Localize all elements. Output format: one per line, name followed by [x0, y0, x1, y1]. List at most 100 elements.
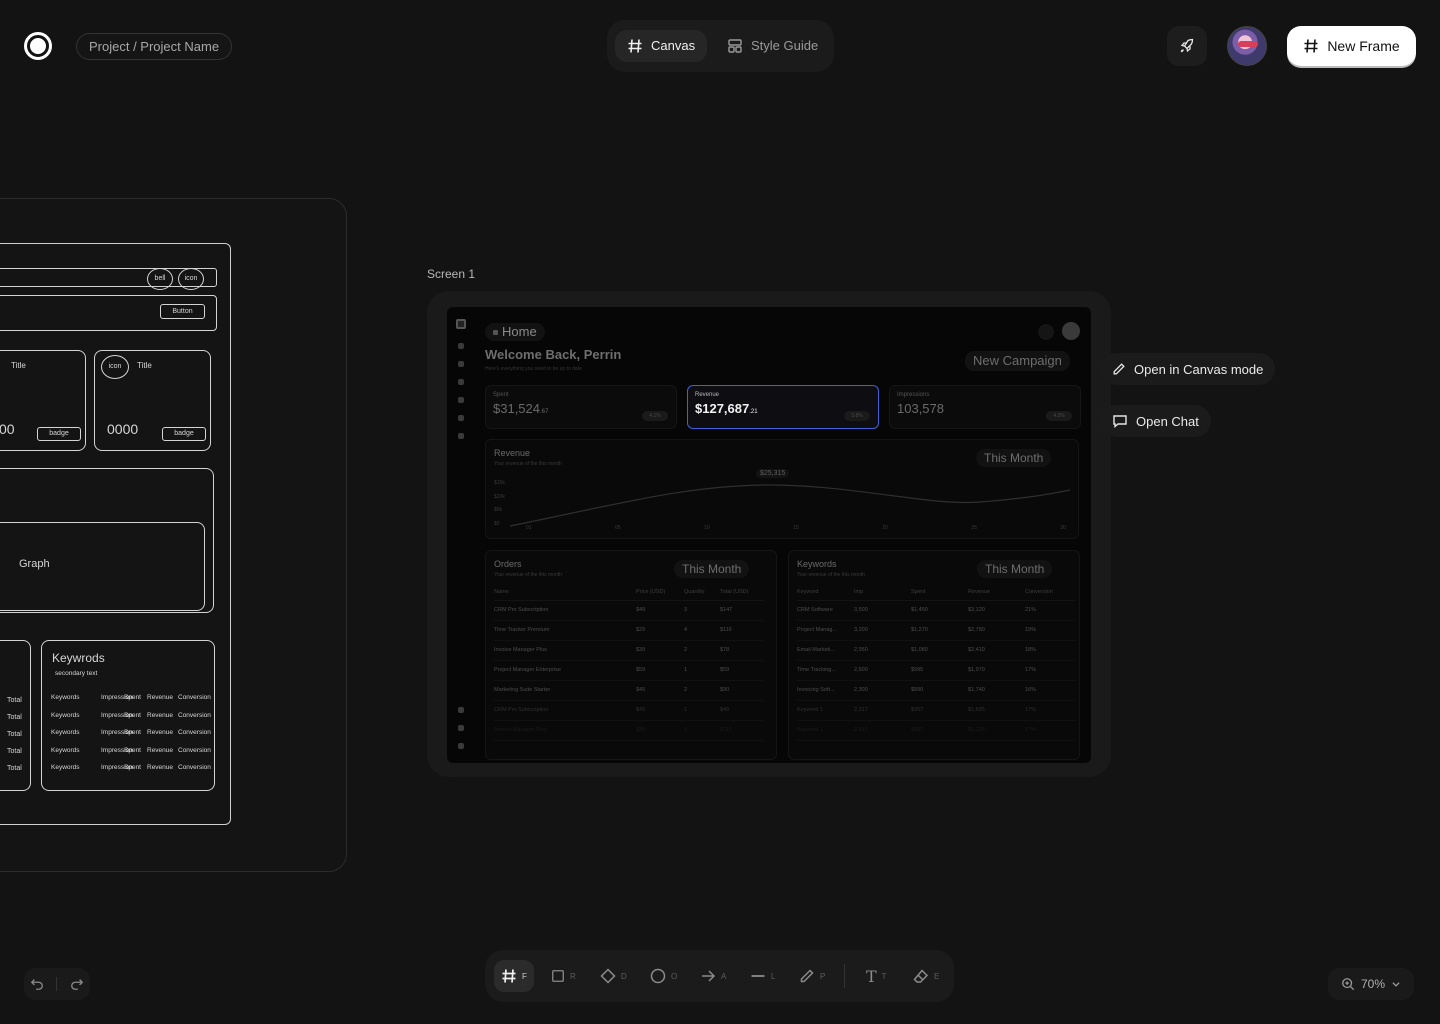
tool-eraser[interactable]: E — [906, 960, 946, 992]
tab-style-guide[interactable]: Style Guide — [715, 30, 830, 62]
table-row: Project Manag... 3,200 $1,270 $2,780 19% — [797, 620, 1075, 641]
screen-preview[interactable]: Home Welcome Back, Perrin Here's everyth… — [447, 307, 1091, 763]
wire-keyword-col: Conversion — [178, 694, 211, 701]
revenue-title: Revenue — [494, 448, 531, 458]
table-cell: $39 — [636, 720, 684, 741]
screen-breadcrumb: Home — [485, 323, 545, 341]
table-cell: 2,600 — [854, 660, 911, 681]
revenue-line-chart — [510, 484, 1070, 527]
wire-total: Total — [7, 748, 22, 755]
table-row: Email Marketi... 2,950 $1,080 $2,410 18% — [797, 640, 1075, 661]
table-cell: $147 — [720, 600, 764, 621]
wire-total: Total — [7, 714, 22, 721]
wire-bell: bell — [147, 268, 173, 290]
app-logo[interactable] — [24, 32, 52, 60]
table-cell: $1,740 — [968, 680, 1025, 701]
nav-icon — [458, 415, 464, 421]
table-cell: $90 — [720, 680, 764, 701]
table-cell: $39 — [636, 640, 684, 661]
stat-card-impressions: Impressions 103,578 4.3% — [889, 385, 1081, 429]
orders-panel: Orders Your revenue of the this month Th… — [485, 550, 777, 760]
screen-sidebar-bottom — [455, 707, 467, 761]
screen-sidebar — [455, 319, 467, 451]
keywords-panel: Keywords Your revenue of the this month … — [788, 550, 1080, 760]
table-cell: $1,450 — [911, 600, 968, 621]
table-cell: 3,500 — [854, 600, 911, 621]
orders-subtitle: Your revenue of the this month — [494, 572, 562, 578]
table-cell: $995 — [911, 660, 968, 681]
undo-icon[interactable] — [30, 977, 44, 991]
table-cell: CRM Pro Subscription — [494, 600, 636, 621]
tool-diamond[interactable]: D — [593, 960, 634, 992]
table-cell: Project Manag... — [797, 620, 854, 641]
table-row: CRM Pro Subscription $49 1 $49 — [494, 700, 764, 721]
x-tick: 25 — [971, 525, 977, 531]
table-cell: $117 — [720, 720, 764, 741]
table-cell: $957 — [911, 700, 968, 721]
project-breadcrumb[interactable]: Project / Project Name — [76, 33, 233, 60]
frame-label[interactable]: Screen 1 — [427, 267, 475, 281]
wire-keyword-col: Keywords — [51, 764, 80, 771]
user-avatar[interactable] — [1227, 26, 1267, 66]
tool-frame[interactable]: F — [494, 960, 534, 992]
drawing-toolbar: F R D O A L P T T E — [485, 950, 954, 1002]
tool-rectangle[interactable]: R — [544, 960, 583, 992]
tab-canvas[interactable]: Canvas — [615, 30, 708, 62]
stat-value-main: $31,524 — [493, 401, 540, 416]
orders-table: Name Price (USD) Quantity Total (USD) CRM Pr… — [494, 589, 764, 741]
table-header: Revenue — [968, 589, 1025, 601]
screen-new-campaign: New Campaign — [965, 351, 1070, 371]
keywords-subtitle: Your revenue of the this month — [797, 572, 865, 578]
screen-breadcrumb-label: Home — [502, 324, 537, 339]
stat-chip: 4.3% — [1046, 411, 1072, 421]
launch-button[interactable] — [1167, 26, 1207, 66]
table-cell: Project Manager Enterprise — [494, 660, 636, 681]
table-cell: CRM Software — [797, 600, 854, 621]
stat-value-main: 103,578 — [897, 401, 944, 416]
open-canvas-button[interactable]: Open in Canvas mode — [1101, 353, 1276, 385]
table-row: Marketing Suite Starter $45 2 $90 — [494, 680, 764, 701]
screen-avatar — [1062, 322, 1080, 340]
tool-ellipse[interactable]: O — [643, 960, 684, 992]
home-icon — [493, 330, 498, 336]
orders-range: This Month — [674, 560, 750, 578]
table-cell: $1,270 — [911, 620, 968, 641]
redo-icon[interactable] — [70, 977, 84, 991]
table-row: Project Manager Enterprise $59 1 $59 — [494, 660, 764, 681]
tool-arrow[interactable]: A — [693, 960, 733, 992]
table-cell: $116 — [720, 620, 764, 641]
wire-keyword-col: Conversion — [178, 729, 211, 736]
table-cell: Invoice Manager Plus — [494, 720, 636, 741]
table-cell: 2,950 — [854, 640, 911, 661]
tool-text[interactable]: T T — [859, 960, 894, 992]
stat-card-revenue: Revenue $127,687.21 3.8% — [687, 385, 879, 429]
tool-line[interactable]: L — [743, 960, 782, 992]
open-chat-button[interactable]: Open Chat — [1101, 405, 1211, 437]
x-tick: 05 — [615, 525, 621, 531]
revenue-range: This Month — [976, 449, 1052, 467]
table-cell: 1 — [684, 700, 720, 721]
wire-total: Total — [7, 697, 22, 704]
nav-home-icon — [458, 343, 464, 349]
nav-icon — [458, 433, 464, 439]
y-tick: $0 — [494, 520, 500, 527]
tool-pencil[interactable]: P — [792, 960, 832, 992]
wireframe-sketch: bell icon Button Title 00 badge icon Tit… — [0, 243, 231, 825]
table-cell: CRM Pro Subscription — [494, 700, 636, 721]
wire-keyword-col: Conversion — [178, 711, 211, 719]
table-cell: $29 — [636, 620, 684, 641]
view-tabs: Canvas Style Guide — [607, 20, 834, 72]
wire-keyword-col: Keywords — [51, 729, 80, 736]
table-row: Invoice Manager Plus $39 3 $117 — [494, 720, 764, 741]
stat-chip: 3.8% — [844, 411, 870, 421]
keywords-title: Keywords — [797, 559, 837, 569]
table-cell: $1,970 — [968, 660, 1025, 681]
zoom-control[interactable]: 70% — [1328, 968, 1414, 1000]
table-cell: $1,685 — [968, 700, 1025, 721]
new-frame-button[interactable]: New Frame — [1287, 26, 1416, 66]
wire-keyword-col: Keywords — [51, 711, 80, 719]
table-cell: 2,317 — [854, 700, 911, 721]
table-header: Name — [494, 589, 636, 601]
stat-card-spent: Spent $31,524.67 4.1% — [485, 385, 677, 429]
table-cell: Email Marketi... — [797, 640, 854, 661]
